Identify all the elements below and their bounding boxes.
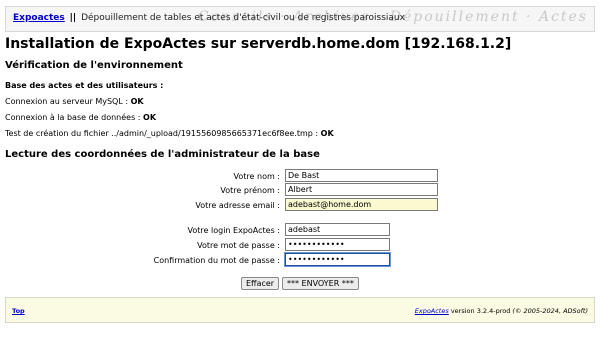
page-title: Installation de ExpoActes sur serverdb.h… xyxy=(5,36,512,52)
env-check-heading: Vérification de l'environnement xyxy=(5,60,183,71)
submit-button[interactable]: *** ENVOYER *** xyxy=(282,277,359,290)
email-input[interactable] xyxy=(285,198,438,211)
header-description: Dépouillement de tables et actes d'état-… xyxy=(81,13,405,23)
header-nav: Expoactes || Dépouillement de tables et … xyxy=(13,13,405,23)
reset-button[interactable]: Effacer xyxy=(241,277,280,290)
email-label: Votre adresse email : xyxy=(195,201,280,210)
check-label: Test de création du fichier ../admin/_up… xyxy=(5,129,321,138)
password-label: Votre mot de passe : xyxy=(197,241,280,250)
header-bar: Conseils · Archives · Dépouillement · Ac… xyxy=(5,6,595,32)
footer-app-link[interactable]: ExpoActes xyxy=(415,307,449,315)
password-confirm-label: Confirmation du mot de passe : xyxy=(153,256,280,265)
check-status: OK xyxy=(143,113,157,122)
check-status: OK xyxy=(130,97,144,106)
password-input[interactable] xyxy=(285,238,390,251)
prenom-input[interactable] xyxy=(285,183,438,196)
nom-input[interactable] xyxy=(285,169,438,182)
check-status: OK xyxy=(320,129,334,138)
app-home-link[interactable]: Expoactes xyxy=(13,13,65,23)
check-mysql-server: Connexion au serveur MySQL : OK xyxy=(5,97,144,106)
env-check-subheading: Base des actes et des utilisateurs : xyxy=(5,81,164,90)
check-database: Connexion à la base de données : OK xyxy=(5,113,156,122)
check-label: Connexion au serveur MySQL : xyxy=(5,97,131,106)
password-confirm-input[interactable] xyxy=(285,253,390,266)
footer-copyright: (© 2005-2024, ADSoft) xyxy=(512,307,588,315)
nom-label: Votre nom : xyxy=(233,172,280,181)
footer-version-info: ExpoActes version 3.2.4-prod (© 2005-202… xyxy=(415,307,588,315)
login-input[interactable] xyxy=(285,223,390,236)
footer-bar: Top ExpoActes version 3.2.4-prod (© 2005… xyxy=(5,297,595,323)
header-separator: || xyxy=(69,13,77,23)
admin-form-heading: Lecture des coordonnées de l'administrat… xyxy=(5,149,320,160)
prenom-label: Votre prénom : xyxy=(220,186,280,195)
footer-version: version 3.2.4-prod xyxy=(448,307,513,315)
top-link[interactable]: Top xyxy=(12,307,25,315)
check-file-creation: Test de création du fichier ../admin/_up… xyxy=(5,129,334,138)
login-label: Votre login ExpoActes : xyxy=(187,226,280,235)
check-label: Connexion à la base de données : xyxy=(5,113,144,122)
